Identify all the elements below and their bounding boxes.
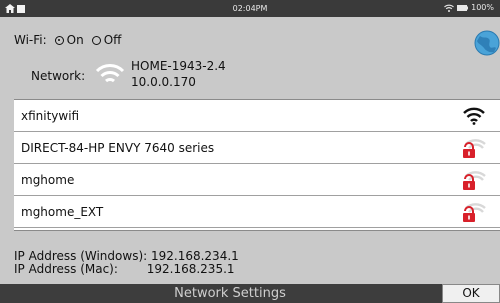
network-row[interactable]: mghome_EXT: [14, 196, 500, 228]
wifi-label: Wi-Fi:: [14, 33, 47, 47]
wifi-icon: [444, 4, 455, 12]
wifi-off-label: Off: [103, 33, 122, 47]
network-name: mghome_EXT: [21, 205, 104, 219]
ip-address-mac: IP Address (Mac): 192.168.235.1: [14, 262, 235, 276]
ip-address-windows: IP Address (Windows): 192.168.234.1: [14, 249, 239, 263]
locked-wifi-icon: [463, 203, 486, 222]
locked-wifi-icon: [463, 171, 486, 190]
ip-mac-value: 192.168.235.1: [146, 262, 235, 276]
network-name: mghome: [21, 173, 75, 187]
wifi-signal-icon: [463, 107, 485, 125]
status-bar: 02:04PM 100%: [0, 0, 500, 17]
radio-selected-icon: [54, 35, 64, 45]
wifi-toggle-row: Wi-Fi: On Off: [14, 33, 121, 47]
footer-bar: Network Settings OK: [0, 284, 500, 303]
network-row[interactable]: xfinitywifi: [14, 100, 500, 132]
network-row[interactable]: DIRECT-84-HP ENVY 7640 series: [14, 132, 500, 164]
ok-button[interactable]: OK: [442, 284, 500, 303]
network-label: Network:: [31, 69, 86, 83]
current-network-ip: 10.0.0.170: [131, 75, 196, 89]
ip-mac-label: IP Address (Mac):: [14, 262, 118, 276]
current-network-wifi-icon: [95, 64, 125, 83]
status-right: 100%: [444, 3, 494, 12]
wifi-on-radio[interactable]: On: [54, 33, 84, 47]
network-name: xfinitywifi: [21, 109, 80, 123]
network-name: DIRECT-84-HP ENVY 7640 series: [21, 141, 215, 155]
wifi-on-label: On: [66, 33, 84, 47]
network-row[interactable]: mghome: [14, 164, 500, 196]
radio-unselected-icon: [91, 35, 101, 45]
status-time: 02:04PM: [232, 4, 268, 13]
footer-title: Network Settings: [174, 286, 286, 301]
battery-icon: [457, 4, 469, 11]
wifi-off-radio[interactable]: Off: [91, 33, 122, 47]
current-network-ssid: HOME-1943-2.4: [131, 59, 226, 73]
globe-icon[interactable]: [474, 30, 500, 56]
battery-percent: 100%: [471, 3, 494, 12]
network-list: xfinitywifi DIRECT-84-HP ENVY 7640 serie…: [14, 99, 500, 231]
locked-wifi-icon: [463, 139, 486, 158]
